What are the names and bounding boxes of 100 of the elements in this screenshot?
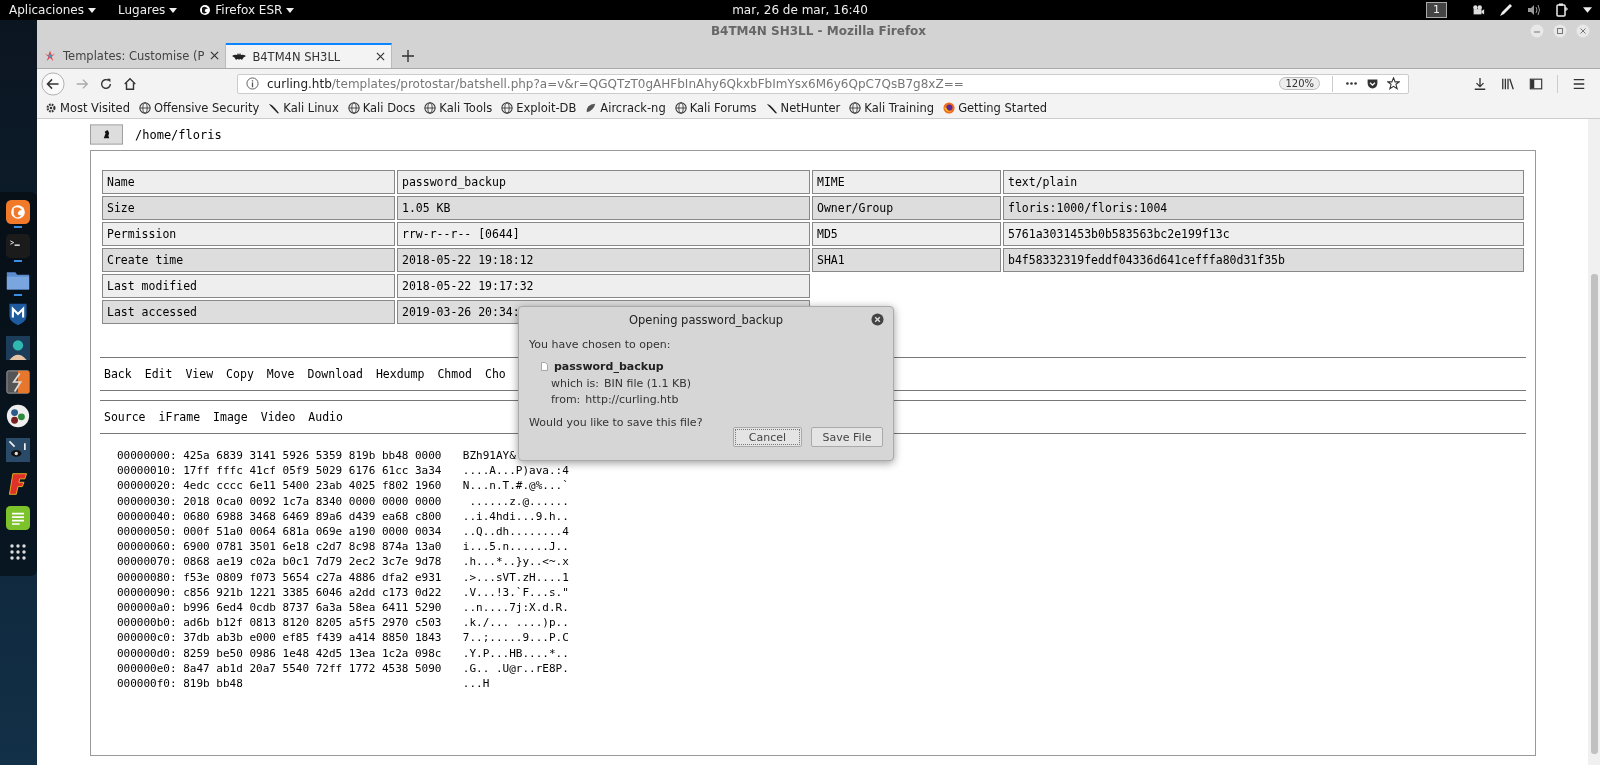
action-link[interactable]: Edit — [144, 367, 173, 381]
hex-bytes: 37db ab3b e000 ef85 f439 a414 8850 1843 — [183, 630, 443, 646]
volume-icon[interactable] — [1527, 3, 1541, 17]
close-icon[interactable] — [376, 52, 386, 61]
library-icon[interactable] — [1501, 76, 1515, 91]
action-link[interactable]: Hexdump — [375, 367, 425, 381]
action-link[interactable]: View — [185, 367, 214, 381]
save-file-button[interactable]: Save File — [811, 427, 883, 447]
dialog-question: Would you like to save this file? — [529, 415, 703, 431]
action-link[interactable]: Back — [104, 367, 132, 381]
camera-icon[interactable] — [1471, 3, 1485, 17]
detail-value: BIN file (1.1 KB) — [604, 377, 692, 392]
current-path: /home/floris — [135, 127, 222, 142]
notes-icon[interactable] — [6, 506, 30, 530]
detail-label: which is: — [551, 377, 600, 392]
menu-icon[interactable] — [1572, 76, 1586, 91]
table-cell: 2018-05-22 19:17:32 — [397, 274, 810, 298]
clock[interactable]: mar, 26 de mar, 16:40 — [732, 3, 868, 17]
bolt-app-icon[interactable] — [6, 370, 30, 394]
detail-value: http://curling.htb — [585, 393, 679, 408]
bookmark-link[interactable]: Kali Tools — [424, 101, 493, 115]
table-cell: 5761a3031453b0b583563bc2e199f13c — [1003, 222, 1524, 246]
hex-ascii: .G.. .U@r..rE8P. — [462, 660, 569, 677]
zoom-level-button[interactable]: 120% — [1279, 77, 1320, 90]
bookmark-link[interactable]: Most Visited — [45, 101, 130, 115]
close-button[interactable] — [871, 313, 884, 326]
display-mode-link[interactable]: iFrame — [158, 410, 201, 424]
eye-app-icon[interactable] — [6, 438, 30, 462]
hex-offset: 00000000: — [117, 448, 177, 464]
bookmark-link[interactable]: NetHunter — [765, 101, 841, 115]
hex-ascii: .V...!3.`F...s." — [462, 584, 569, 601]
bookmark-link[interactable]: Exploit-DB — [501, 101, 577, 115]
bookmark-link[interactable]: Aircrack-ng — [585, 101, 666, 115]
display-mode-link[interactable]: Image — [213, 410, 248, 424]
shield-icon[interactable] — [6, 302, 30, 326]
hex-ascii: ...H — [462, 676, 490, 692]
address-bar[interactable]: curling.htb/templates/protostar/batshell.php?a=v&r=QGQTzT0gAHFbInAhy6QkxbFbImYsx6M6y6QpC7QsB7g8xZ== 120% — [237, 73, 1409, 94]
hex-bytes: 425a 6839 3141 5926 5359 819b bb48 0000 — [183, 448, 443, 464]
reload-button[interactable] — [99, 76, 113, 91]
battery-icon[interactable] — [1555, 3, 1569, 17]
hex-bytes: 819b bb48 — [183, 676, 244, 692]
avatar-icon[interactable] — [6, 336, 30, 360]
hex-ascii: ..Q..dh........4 — [462, 524, 569, 540]
maximize-button[interactable] — [1553, 24, 1567, 38]
display-mode-link[interactable]: Audio — [308, 410, 343, 424]
bookmark-link[interactable]: Kali Forums — [674, 101, 757, 115]
workspace-indicator[interactable]: 1 — [1426, 2, 1447, 18]
hex-bytes: f53e 0809 f073 5654 c27a 4886 dfa2 e931 — [183, 569, 443, 585]
cancel-button[interactable]: Cancel — [733, 427, 802, 447]
hex-bytes: 000f 51a0 0064 681a 069e a190 0000 0034 — [183, 524, 443, 540]
new-tab-button[interactable] — [402, 50, 415, 62]
action-link[interactable]: Copy — [226, 367, 254, 381]
close-button[interactable] — [1576, 24, 1590, 38]
caret-icon — [87, 7, 96, 13]
home-folder-button[interactable] — [90, 124, 123, 145]
pen-icon[interactable] — [1499, 3, 1513, 17]
hex-offset: 00000020: — [117, 478, 177, 494]
action-link[interactable]: Move — [266, 367, 295, 381]
action-link[interactable]: Chmod — [437, 367, 472, 381]
hex-offset: 00000010: — [117, 463, 177, 479]
back-button[interactable] — [41, 71, 65, 96]
terminal-icon[interactable] — [6, 234, 30, 258]
browser-tab[interactable]: B4TM4N SH3LL — [226, 43, 393, 68]
hex-bytes: b996 6ed4 0cdb 8737 6a3a 58ea 6411 5290 — [183, 600, 443, 616]
globe-icon — [424, 102, 437, 114]
hex-bytes: 2018 0ca0 0092 1c7a 8340 0000 0000 0000 — [183, 493, 443, 509]
top-menu[interactable]: Aplicaciones — [9, 3, 96, 17]
hex-bytes: 8a47 ab1d 20a7 5540 72ff 1772 4538 5090 — [183, 660, 443, 677]
home-button[interactable] — [123, 76, 137, 91]
bookmark-link[interactable]: Kali Docs — [347, 101, 416, 115]
hex-ascii: ..n....7j:X.d.R. — [462, 600, 569, 616]
pocket-icon[interactable] — [1366, 77, 1379, 90]
action-link[interactable]: Cho — [485, 367, 506, 381]
table-cell: Name — [102, 170, 395, 194]
bookmark-link[interactable]: Kali Linux — [268, 101, 339, 115]
close-icon[interactable] — [210, 51, 220, 60]
bookmark-link[interactable]: Offensive Security — [139, 101, 260, 115]
sidebar-icon[interactable] — [1529, 76, 1543, 91]
hex-ascii: ....A...P)ava.:4 — [462, 463, 569, 479]
browser-icon — [199, 4, 212, 16]
table-cell: rrw-r--r-- [0644] — [397, 222, 810, 246]
top-menu[interactable]: Firefox ESR — [199, 3, 295, 17]
top-menu[interactable]: Lugares — [117, 3, 178, 17]
hex-bytes: 0680 6988 3468 6469 89a6 d439 ea68 c800 — [183, 508, 443, 524]
browser-icon[interactable] — [6, 200, 30, 224]
bookmark-link[interactable]: Getting Started — [943, 101, 1048, 115]
circles-app-icon[interactable] — [6, 404, 30, 428]
action-link[interactable]: Download — [307, 367, 363, 381]
info-icon[interactable] — [246, 77, 259, 90]
star-icon[interactable] — [1387, 77, 1400, 90]
table-cell: Size — [102, 196, 395, 220]
file-icon — [541, 361, 548, 371]
scrollbar[interactable] — [1588, 119, 1600, 765]
hex-bytes: 0868 ae19 c02a b0c1 7d79 2ec2 3c7e 9d78 — [183, 554, 443, 570]
display-mode-link[interactable]: Video — [260, 410, 296, 424]
hex-ascii: BZh91AY& — [462, 448, 516, 464]
display-mode-link[interactable]: Source — [104, 410, 146, 424]
download-icon[interactable] — [1473, 76, 1487, 91]
caret-icon[interactable] — [1583, 7, 1592, 13]
bookmark-link[interactable]: Kali Training — [849, 101, 935, 115]
